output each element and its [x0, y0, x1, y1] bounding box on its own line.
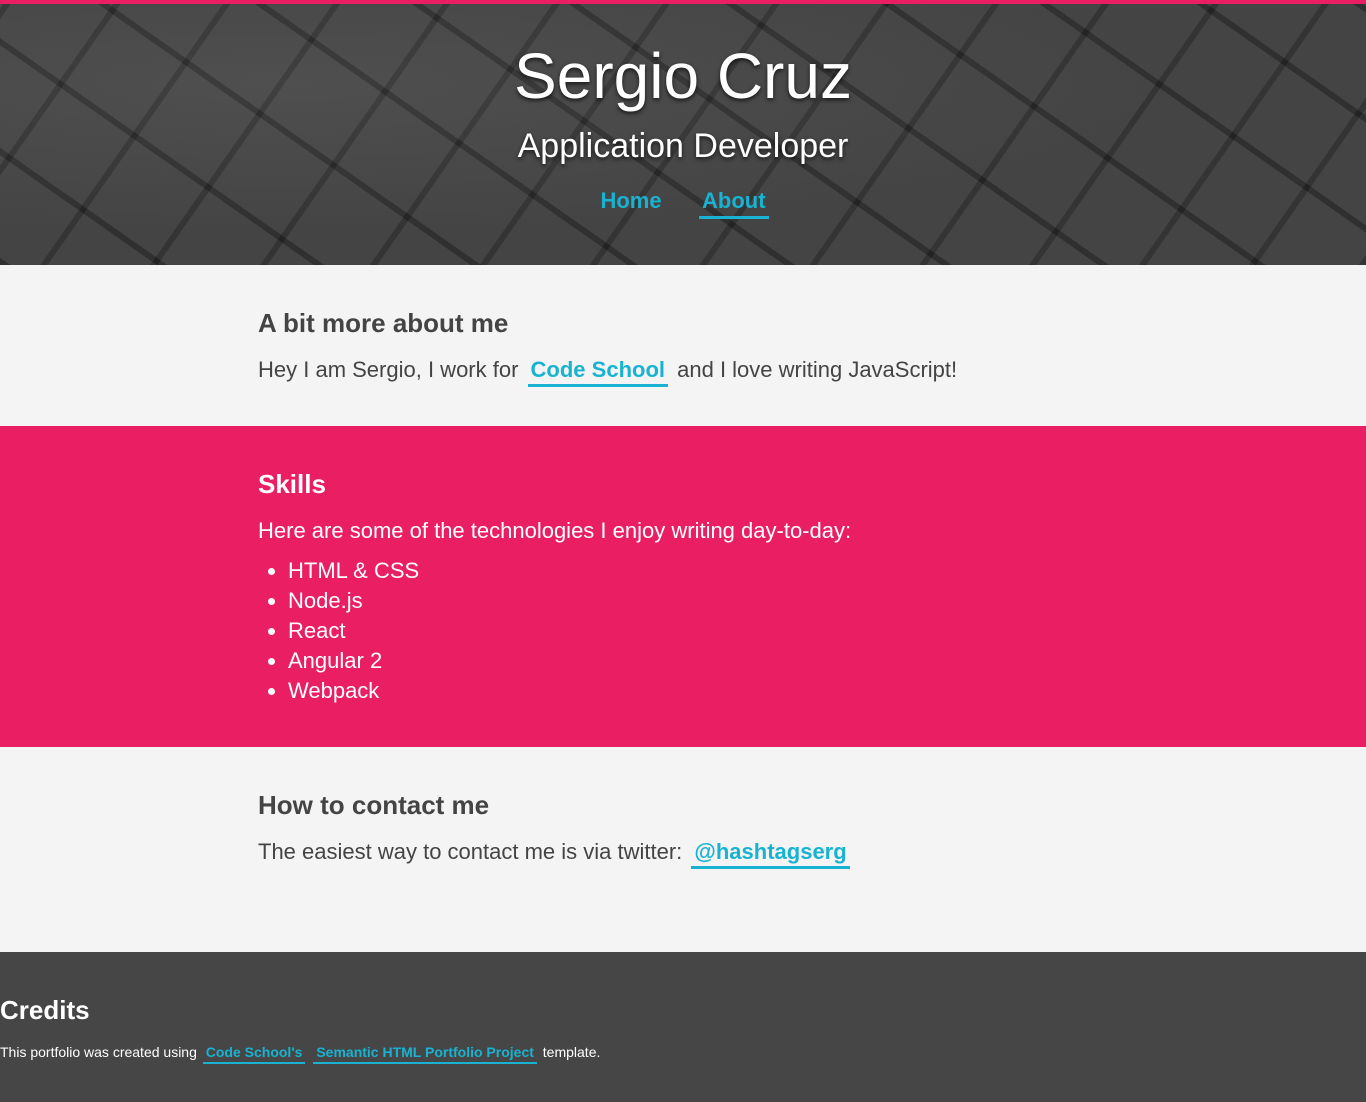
skill-item: HTML & CSS [288, 556, 1108, 586]
about-text-end: and I love writing JavaScript! [677, 357, 958, 382]
skills-intro: Here are some of the technologies I enjo… [258, 518, 852, 543]
skill-item: Webpack [288, 676, 1108, 706]
skills-heading: Skills [258, 469, 326, 499]
skills-list: HTML & CSS Node.js React Angular 2 Webpa… [258, 556, 1108, 706]
site-tagline: Application Developer [517, 127, 849, 165]
skill-item: React [288, 616, 1108, 646]
nav-link-home[interactable]: Home [597, 188, 664, 216]
twitter-link[interactable]: @hashtagserg [691, 839, 850, 869]
nav-link-about[interactable]: About [699, 188, 769, 219]
code-school-credit-link[interactable]: Code School's [202, 1044, 306, 1064]
skill-item: Node.js [288, 586, 1108, 616]
contact-text: The easiest way to contact me is via twi… [258, 837, 1108, 869]
contact-heading: How to contact me [258, 790, 490, 820]
portfolio-project-link[interactable]: Semantic HTML Portfolio Project [313, 1044, 537, 1064]
about-section: A bit more about me Hey I am Sergio, I w… [0, 265, 1366, 426]
credits-text: This portfolio was created using Code Sc… [0, 1042, 1366, 1064]
code-school-link[interactable]: Code School [527, 357, 668, 387]
credits-heading: Credits [0, 995, 90, 1025]
about-text-start: Hey I am Sergio, I work for [258, 357, 519, 382]
skills-section: Skills Here are some of the technologies… [0, 426, 1366, 747]
skill-item: Angular 2 [288, 646, 1108, 676]
contact-section: How to contact me The easiest way to con… [0, 747, 1366, 952]
credits-footer: Credits This portfolio was created using… [0, 952, 1366, 1102]
about-heading: A bit more about me [258, 308, 509, 338]
credits-text-start: This portfolio was created using [0, 1044, 197, 1060]
hero-header: Sergio Cruz Application Developer Home A… [0, 4, 1366, 265]
contact-text-start: The easiest way to contact me is via twi… [258, 839, 683, 864]
about-text: Hey I am Sergio, I work for Code School … [258, 355, 1108, 387]
credits-text-end: template. [542, 1044, 601, 1060]
site-title: Sergio Cruz [514, 40, 852, 112]
main-nav: Home About [0, 188, 1366, 219]
